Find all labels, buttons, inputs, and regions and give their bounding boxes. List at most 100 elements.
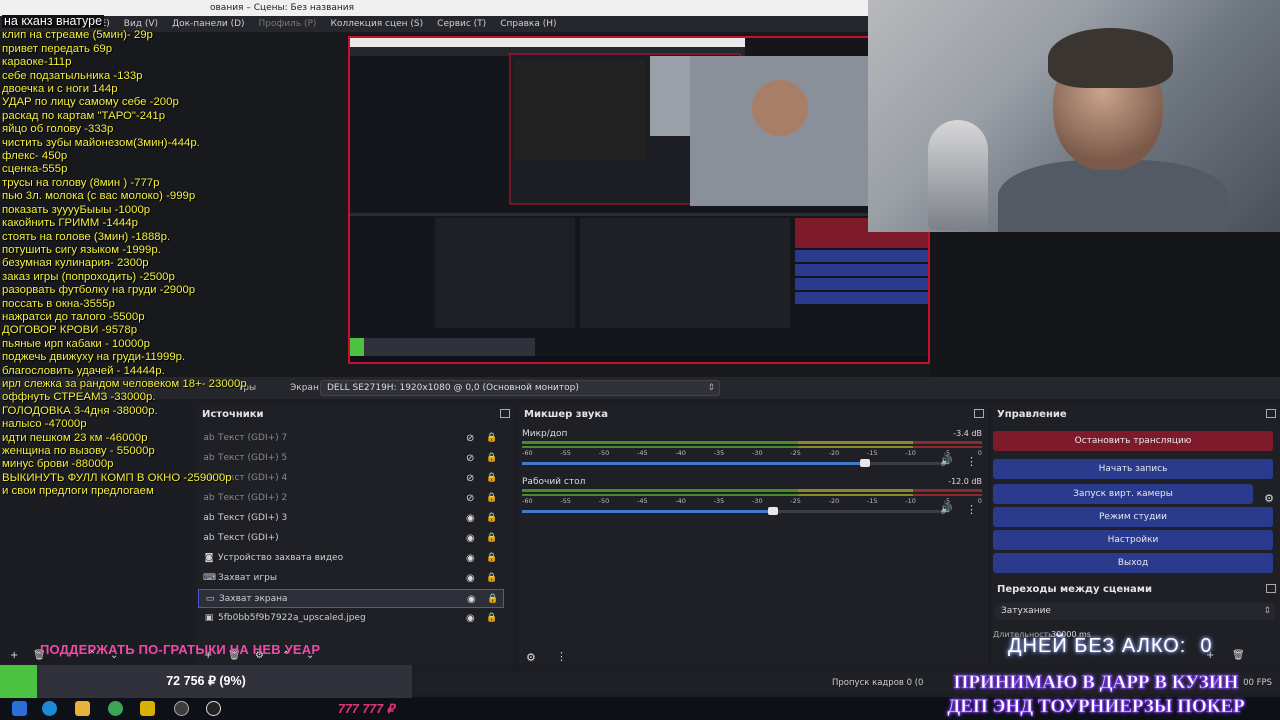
obs-icon[interactable] [174,701,189,716]
overlay-line: двоечка и с ноги 144р [2,83,118,96]
settings-button[interactable]: Настройки [993,530,1273,550]
channel-menu-icon[interactable]: ⋮ [966,503,977,516]
transitions-title: Переходы между сценами [997,584,1152,595]
volume-slider[interactable] [522,459,940,467]
source-name: Текст (GDI+) 3 [218,513,288,523]
studio-mode-button[interactable]: Режим студии [993,507,1273,527]
channel-menu-icon[interactable]: ⋮ [966,455,977,468]
virtual-camera-gear-icon[interactable]: ⚙ [1264,492,1274,505]
overlay-line: идти пешком 23 км -46000р [2,431,148,444]
meter-tick: -40 [675,449,686,457]
dock-popout-icon[interactable] [974,409,984,418]
source-row[interactable]: ⌨ Захват игры ◉ 🔒 [198,569,504,588]
lock-icon[interactable]: 🔒 [486,509,497,528]
source-name: Текст (GDI+) [218,533,279,543]
lock-icon[interactable]: 🔒 [486,609,497,628]
volume-slider[interactable] [522,507,940,515]
meter-tick: -35 [713,449,725,457]
add-scene-icon[interactable]: + [10,650,18,661]
controls-title: Управление [997,409,1067,420]
volume-slider-handle[interactable] [767,507,778,515]
start-record-button[interactable]: Начать запись [993,459,1273,479]
stop-stream-button[interactable]: Остановить трансляцию [993,431,1273,451]
lock-icon[interactable]: 🔒 [486,429,497,448]
dock-popout-icon[interactable] [500,409,510,418]
mixer-db-value: -12.0 dB [948,477,982,486]
volume-slider-handle[interactable] [859,459,870,467]
meter-tick: -15 [866,449,878,457]
dock-popout-icon[interactable] [1266,584,1276,593]
overlay-line: караоке-111р [2,56,72,69]
lock-icon[interactable]: 🔒 [487,590,498,609]
source-row[interactable]: ◙ Устройство захвата видео ◉ 🔒 [198,549,504,568]
lock-icon[interactable]: 🔒 [486,529,497,548]
remove-transition-icon[interactable]: 🗑 [1232,650,1245,661]
dropped-frames: Пропуск кадров 0 (0 [832,678,924,688]
overlay-line: поджечь движуху на груди-11999р. [2,351,186,364]
meter-tick: -10 [905,497,916,505]
eye-hidden-icon[interactable]: ⊘ [466,429,474,448]
speaker-icon[interactable]: 🔊 [940,456,952,467]
menu-item[interactable]: Справка (H) [500,16,556,32]
lock-icon[interactable]: 🔒 [486,549,497,568]
eye-icon[interactable]: ◉ [466,569,475,588]
overlay-line: разорвать футболку на груди -2900р [2,284,196,297]
overlay-line: пью 3л. молока (с вас молоко) -999р [2,190,196,203]
eye-icon[interactable]: ◉ [466,609,475,628]
meter-tick: -35 [713,497,725,505]
lock-icon[interactable]: 🔒 [486,469,497,488]
menu-item[interactable]: Сервис (T) [437,16,486,32]
overlay-line: ГОЛОДОВКА 3-4дня -38000р. [2,404,158,417]
overlay-line: трусы на голову (8мин ) -777р [2,176,160,189]
file-explorer-icon[interactable] [75,701,90,716]
image-icon: ▣ [204,613,214,623]
edge-icon[interactable] [42,701,57,716]
source-name: 5fb0bb5f9b7922a_upscaled.jpeg [218,613,366,623]
eye-hidden-icon[interactable]: ⊘ [466,469,474,488]
dock-popout-icon[interactable] [1266,409,1276,418]
overlay-line: безумная кулинария- 2300р [2,257,149,270]
source-row[interactable]: ▣ 5fb0bb5f9b7922a_upscaled.jpeg ◉ 🔒 [198,609,504,628]
exit-button[interactable]: Выход [993,553,1273,573]
donation-amount: 72 756 ₽ (9%) [166,674,246,688]
camera-icon: ◙ [204,553,214,563]
speaker-icon[interactable]: 🔊 [940,504,952,515]
lock-icon[interactable]: 🔒 [486,489,497,508]
source-row[interactable]: ▭ Захват экрана ◉ 🔒 [198,589,504,608]
scene-preview[interactable] [348,36,930,364]
person-hair [1048,28,1173,88]
overlay-line: ВЫКИНУТЬ ФУЛЛ КОМП В ОКНО -259000р [2,471,232,484]
source-name: Захват игры [218,573,277,583]
transition-select-value: Затухание [1001,606,1051,616]
promo-banner: ПРИНИМАЮ В ДАРР В КУЗИН ДЕП ЭНД ТОУРНИЕР… [912,671,1280,719]
chrome-icon[interactable] [108,701,123,716]
source-name: Устройство захвата видео [218,553,344,563]
transition-select[interactable]: Затухание ⇕ [995,603,1275,620]
eye-icon[interactable]: ◉ [466,549,475,568]
overlay-line: налысо -47000р [2,418,87,431]
overlay-line: стоять на голове (3мин) -1888р. [2,230,171,243]
lock-icon[interactable]: 🔒 [486,569,497,588]
microphone-image [928,120,988,230]
meter-tick: -15 [866,497,878,505]
tray-app-icon[interactable] [206,701,221,716]
menu-item[interactable]: Коллекция сцен (S) [330,16,423,32]
eye-icon[interactable]: ◉ [467,590,476,609]
meter-tick: -55 [560,449,571,457]
overlay-line: и свои предлоги предлогаем [2,485,154,498]
meter-tick: -45 [636,497,648,505]
overlay-line: ирл слежка за рандом человеком 18+- 2300… [2,377,247,390]
screen-select[interactable]: DELL SE2719H: 1920x1080 @ 0,0 (Основной … [320,380,720,396]
eye-icon[interactable]: ◉ [466,509,475,528]
virtual-camera-button[interactable]: Запуск вирт. камеры [993,484,1253,504]
lock-icon[interactable]: 🔒 [486,449,497,468]
eye-hidden-icon[interactable]: ⊘ [466,489,474,508]
eye-icon[interactable]: ◉ [466,529,475,548]
source-row[interactable]: ab Текст (GDI+) ◉ 🔒 [198,529,504,548]
eye-hidden-icon[interactable]: ⊘ [466,449,474,468]
mixer-channel-name: Рабочий стол [522,477,586,487]
mixer-db-value: -3.4 dB [953,429,982,438]
windows-start-icon[interactable] [12,701,27,716]
source-row[interactable]: ab Текст (GDI+) 3 ◉ 🔒 [198,509,504,528]
app-icon[interactable] [140,701,155,716]
